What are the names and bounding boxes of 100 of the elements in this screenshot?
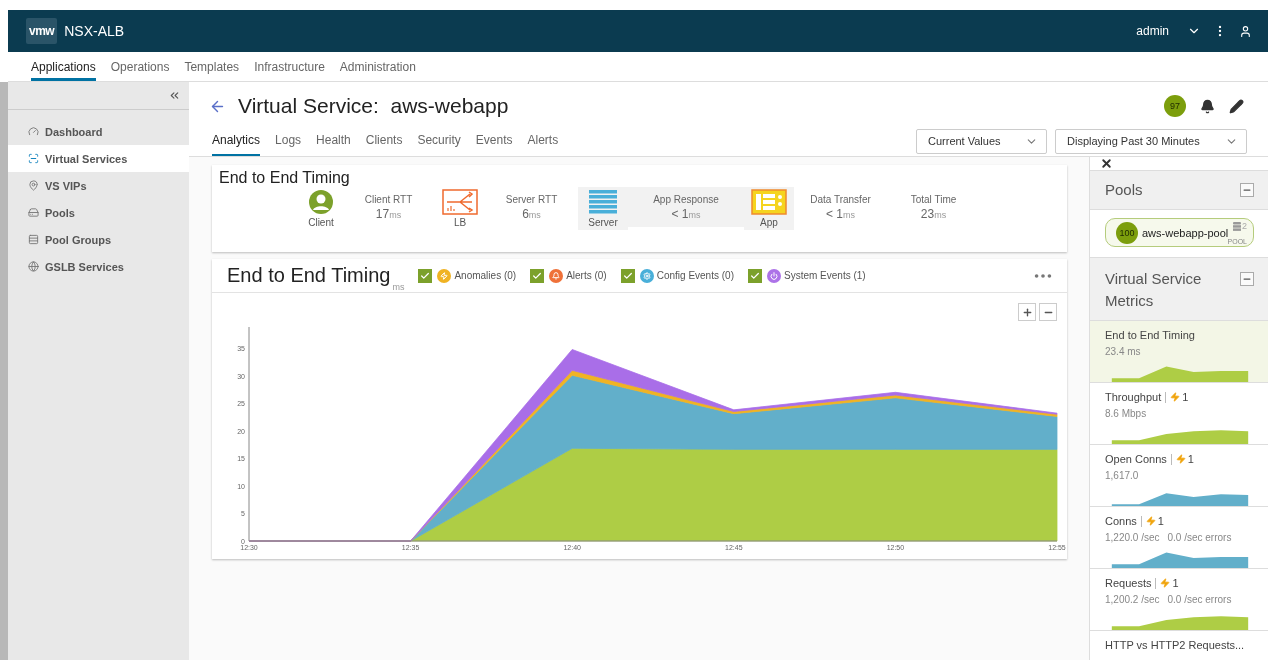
tab[interactable]: Health — [316, 126, 351, 156]
nav-tab[interactable]: Administration — [339, 52, 416, 81]
metric-reading: 8.6 Mbps — [1105, 408, 1147, 419]
user-icon[interactable] — [1239, 24, 1252, 38]
metric-value: < 1ms — [671, 207, 701, 221]
check-icon — [420, 270, 431, 281]
card-title: End to End Timing — [218, 168, 351, 187]
plus-icon — [1021, 306, 1033, 318]
nav-tab[interactable]: Templates — [184, 52, 240, 81]
metric-label: App Response — [653, 194, 719, 205]
user-icon — [308, 189, 334, 215]
tab[interactable]: Events — [475, 126, 513, 156]
metric-title: HTTP vs HTTP2 Requests... — [1105, 639, 1245, 651]
collapse-button[interactable] — [1240, 183, 1254, 197]
section-title: Pools — [1105, 180, 1144, 200]
tab[interactable]: Alerts — [527, 126, 559, 156]
legend-label: Anomalies (0) — [454, 270, 517, 281]
sidebar-item[interactable]: GSLB Services — [8, 253, 189, 280]
check-icon — [749, 270, 760, 281]
metric-reading: 23.4 ms — [1105, 346, 1141, 357]
load-balancer-icon — [442, 189, 478, 215]
metric-tile[interactable]: End to End Timing 23.4 ms — [1090, 321, 1268, 383]
dropdown[interactable]: Displaying Past 30 Minutes — [1055, 128, 1247, 154]
checkbox[interactable] — [530, 268, 545, 283]
edit-icon[interactable] — [1229, 98, 1244, 114]
section-title: Virtual Service Metrics — [1105, 269, 1203, 311]
nav-tab[interactable]: Operations — [110, 52, 170, 81]
metric-reading: 1,617.0 — [1105, 470, 1139, 481]
metric-label: Client RTT — [364, 194, 413, 205]
metric-title: Requests — [1105, 577, 1152, 589]
metric-value: 6ms — [522, 207, 541, 221]
application-icon — [751, 189, 787, 215]
metric-tile[interactable]: Requests 1 1,200.2 /sec 0.0 /sec errors — [1090, 569, 1268, 631]
server-icon — [1233, 221, 1241, 231]
metric-tile[interactable]: HTTP vs HTTP2 Requests... — [1090, 631, 1268, 660]
metric-label: Data Transfer — [810, 194, 871, 205]
health-score: 100 — [1116, 221, 1138, 244]
metric-value: < 1ms — [826, 207, 855, 221]
alert-count: 1 — [1172, 577, 1179, 589]
metric-title: Conns — [1105, 515, 1137, 527]
unit-label: ms — [392, 282, 405, 292]
sidebar-label: Dashboard — [45, 125, 103, 138]
check-icon — [532, 270, 543, 281]
metric-reading: 1,200.2 /sec — [1105, 594, 1160, 605]
metric-title: Open Conns — [1105, 453, 1167, 465]
sidebar-label: Pools — [45, 206, 75, 219]
page-title: Virtual Service: aws-webapp — [238, 94, 509, 118]
sidebar-item[interactable]: Pools — [8, 199, 189, 226]
metric-label: Server RTT — [505, 194, 558, 205]
collapse-button[interactable] — [1240, 272, 1254, 286]
tab[interactable]: Clients — [365, 126, 403, 156]
lightning-icon — [1145, 516, 1156, 526]
health-score[interactable]: 97 — [1164, 95, 1186, 117]
server-count: 2 — [1242, 221, 1247, 231]
sidebar-item[interactable]: Pool Groups — [8, 226, 189, 253]
metric-reading: 0.0 /sec errors — [1167, 594, 1232, 605]
node-label: App — [760, 217, 778, 228]
sidebar-label: VS VIPs — [45, 179, 87, 192]
sidebar-item[interactable]: Virtual Services — [8, 145, 189, 172]
alert-count: 1 — [1187, 453, 1194, 465]
checkbox[interactable] — [747, 268, 762, 283]
pool-name: aws-webapp-pool — [1142, 226, 1229, 239]
check-icon — [622, 270, 633, 281]
sidebar-label: Virtual Services — [45, 152, 128, 165]
node-label: LB — [453, 217, 467, 228]
metric-title: End to End Timing — [1105, 329, 1195, 341]
tab[interactable]: Security — [417, 126, 461, 156]
product-name: NSX-ALB — [64, 23, 125, 39]
user-name[interactable]: admin — [1136, 24, 1169, 38]
sidebar-label: GSLB Services — [45, 260, 124, 273]
node-label: Server — [588, 217, 618, 228]
sidebar-label: Pool Groups — [45, 233, 111, 246]
lightning-icon — [1175, 454, 1186, 464]
metric-value: 17ms — [375, 207, 402, 221]
checkbox[interactable] — [620, 268, 635, 283]
metric-tile[interactable]: Throughput 1 8.6 Mbps — [1090, 383, 1268, 445]
server-stack-icon — [588, 189, 618, 215]
metric-reading: 0.0 /sec errors — [1167, 532, 1232, 543]
sidebar-item[interactable]: Dashboard — [8, 118, 189, 145]
legend-label: System Events (1) — [783, 270, 866, 281]
checkbox[interactable] — [418, 268, 433, 283]
legend-label: Config Events (0) — [656, 270, 734, 281]
collapse-icon[interactable] — [168, 89, 181, 102]
legend-label: Alerts (0) — [566, 270, 607, 281]
logo: vmw — [26, 18, 58, 44]
metric-tile[interactable]: Conns 1 1,220.0 /sec 0.0 /sec errors — [1090, 507, 1268, 569]
metric-title: Throughput — [1105, 391, 1162, 403]
nav-tab[interactable]: Infrastructure — [254, 52, 325, 81]
lightning-icon — [1160, 578, 1171, 588]
zoom-in-button[interactable] — [1018, 303, 1036, 321]
sidebar-item[interactable]: VS VIPs — [8, 172, 189, 199]
metric-value: 23ms — [920, 207, 947, 221]
close-icon[interactable] — [1100, 157, 1113, 170]
dropdown[interactable]: Current Values — [916, 128, 1047, 154]
metric-tile[interactable]: Open Conns 1 1,617.0 — [1090, 445, 1268, 507]
chart-title: End to End Timing — [227, 264, 391, 287]
alert-count: 1 — [1182, 391, 1189, 403]
lightning-icon — [1170, 392, 1181, 402]
tab[interactable]: Logs — [275, 126, 302, 156]
bell-icon[interactable] — [1200, 98, 1215, 114]
